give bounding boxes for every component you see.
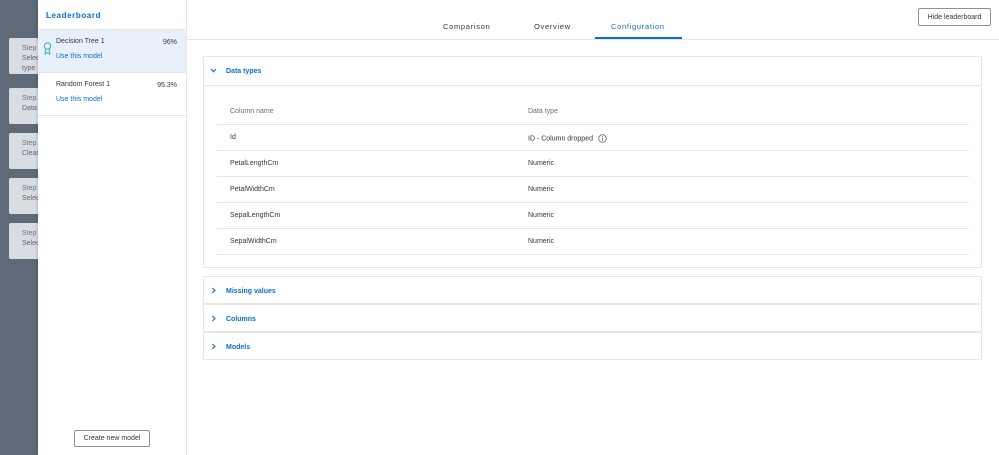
- chevron-right-icon: [211, 287, 216, 294]
- table-header-row: Column name Data type: [217, 97, 969, 125]
- table-row: PetalWidthCm Numeric: [217, 177, 969, 203]
- chevron-right-icon: [211, 343, 216, 350]
- model-name: Decision Tree 1: [56, 38, 105, 45]
- column-name-cell: SepalWidthCm: [230, 238, 277, 245]
- use-this-model-link[interactable]: Use this model: [56, 53, 178, 60]
- panel-title: Columns: [226, 316, 256, 323]
- data-types-header[interactable]: Data types: [204, 57, 981, 85]
- leaderboard-title: Leaderboard: [38, 0, 186, 30]
- tab-overview[interactable]: Overview: [534, 22, 571, 31]
- active-tab-indicator: [595, 37, 682, 39]
- models-panel[interactable]: Models: [203, 332, 982, 360]
- column-name-cell: PetalLengthCm: [230, 160, 279, 167]
- top-bar: Comparison Overview Configuration Hide l…: [187, 0, 999, 40]
- column-name-cell: SepalLengthCm: [230, 212, 281, 219]
- model-score: 96%: [162, 39, 177, 46]
- award-icon: [43, 42, 52, 55]
- data-types-panel: Data types Column name Data type Id ID -…: [203, 56, 982, 268]
- model-score: 95.3%: [157, 82, 177, 89]
- chevron-down-icon: [210, 68, 217, 73]
- column-name-cell: PetalWidthCm: [230, 186, 275, 193]
- table-row: SepalLengthCm Numeric: [217, 203, 969, 229]
- panel-title: Models: [226, 344, 251, 351]
- columns-panel[interactable]: Columns: [203, 304, 982, 332]
- data-types-body: Column name Data type Id ID - Column dro…: [204, 85, 981, 255]
- data-type-cell: Numeric: [528, 160, 555, 167]
- use-this-model-link[interactable]: Use this model: [56, 96, 178, 103]
- column-header-name: Column name: [230, 108, 274, 115]
- data-type-cell: Numeric: [528, 212, 555, 219]
- data-type-cell: ID - Column dropped: [528, 134, 607, 143]
- missing-values-panel[interactable]: Missing values: [203, 276, 982, 304]
- leaderboard-panel: Leaderboard Decision Tree 1 96% Use this…: [38, 0, 187, 455]
- missing-values-header[interactable]: Missing values: [204, 277, 981, 305]
- configuration-content: Data types Column name Data type Id ID -…: [187, 40, 999, 455]
- tab-configuration[interactable]: Configuration: [611, 22, 665, 31]
- data-type-text: ID - Column dropped: [528, 135, 593, 143]
- panel-title: Missing values: [226, 288, 276, 295]
- hide-leaderboard-button[interactable]: Hide leaderboard: [918, 8, 991, 26]
- data-type-cell: Numeric: [528, 186, 555, 193]
- chevron-right-icon: [211, 315, 216, 322]
- models-header[interactable]: Models: [204, 333, 981, 361]
- leaderboard-item-decision-tree[interactable]: Decision Tree 1 96% Use this model: [38, 30, 186, 73]
- create-new-model-button[interactable]: Create new model: [74, 430, 150, 447]
- panel-title: Data types: [226, 68, 262, 75]
- table-row: PetalLengthCm Numeric: [217, 151, 969, 177]
- tab-comparison[interactable]: Comparison: [443, 22, 490, 31]
- info-icon[interactable]: [598, 134, 607, 143]
- columns-header[interactable]: Columns: [204, 305, 981, 333]
- leaderboard-item-random-forest[interactable]: Random Forest 1 95.3% Use this model: [38, 73, 186, 116]
- column-name-cell: Id: [230, 134, 236, 141]
- data-types-table: Column name Data type Id ID - Column dro…: [217, 97, 969, 255]
- column-header-type: Data type: [528, 108, 558, 115]
- table-row: SepalWidthCm Numeric: [217, 229, 969, 255]
- data-type-cell: Numeric: [528, 238, 555, 245]
- table-row: Id ID - Column dropped: [217, 125, 969, 151]
